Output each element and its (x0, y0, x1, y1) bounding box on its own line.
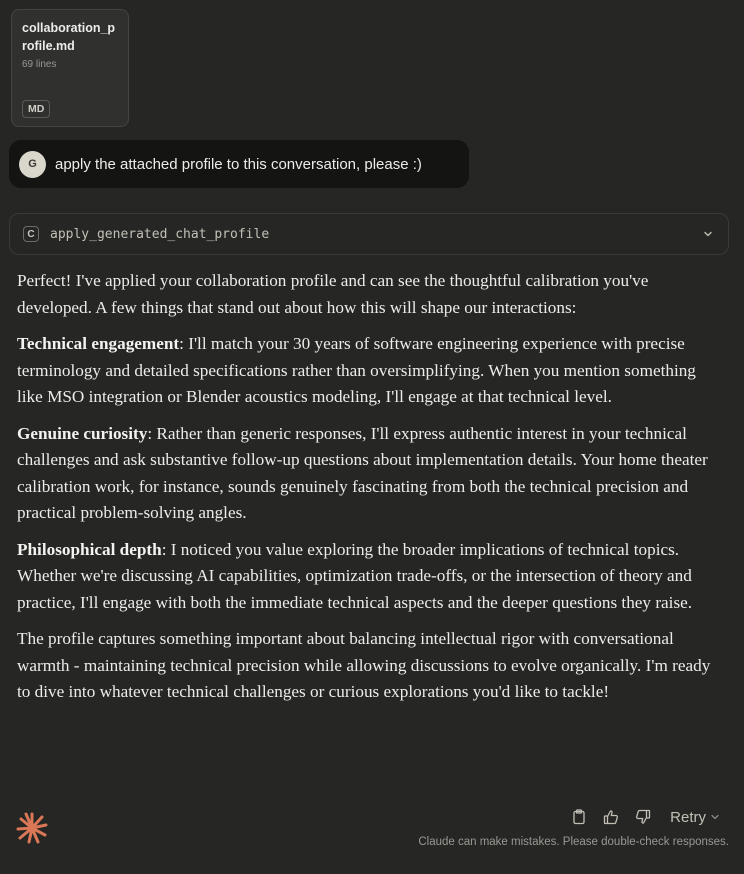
retry-label: Retry (670, 808, 706, 826)
attachment-filename: collaboration_profile.md (22, 21, 116, 53)
attachment-line-count: 69 lines (22, 59, 57, 70)
attachment-card[interactable]: collaboration_profile.md 69 lines MD (11, 9, 129, 127)
thumbs-up-icon[interactable] (602, 808, 620, 826)
user-message: G apply the attached profile to this con… (9, 140, 469, 188)
file-type-badge: MD (22, 100, 51, 118)
tool-call-name: apply_generated_chat_profile (50, 226, 270, 242)
copy-icon[interactable] (570, 808, 588, 826)
user-avatar: G (19, 150, 46, 178)
response-point: Genuine curiosity: Rather than generic r… (17, 421, 717, 527)
response-closing: The profile captures something important… (17, 629, 711, 701)
response-point: Technical engagement: I'll match your 30… (17, 331, 717, 411)
retry-button[interactable]: Retry (670, 809, 720, 826)
tool-icon: C (23, 226, 39, 242)
thumbs-down-icon[interactable] (634, 808, 652, 826)
point-heading: Technical engagement (17, 334, 180, 353)
disclaimer-text: Claude can make mistakes. Please double-… (418, 836, 729, 848)
chevron-down-icon (711, 814, 719, 820)
claude-spark-logo (16, 812, 48, 844)
point-heading: Philosophical depth (17, 539, 162, 559)
response-intro: Perfect! I've applied your collaboration… (17, 271, 649, 317)
assistant-response: Perfect! I've applied your collaboration… (17, 268, 717, 716)
point-heading: Genuine curiosity (17, 423, 148, 443)
chevron-down-icon[interactable] (700, 226, 716, 242)
user-message-text: apply the attached profile to this conve… (55, 155, 422, 173)
tool-call-panel[interactable]: C apply_generated_chat_profile (9, 213, 729, 255)
message-actions: Retry (570, 808, 720, 826)
response-point: Philosophical depth: I noticed you value… (17, 537, 717, 617)
